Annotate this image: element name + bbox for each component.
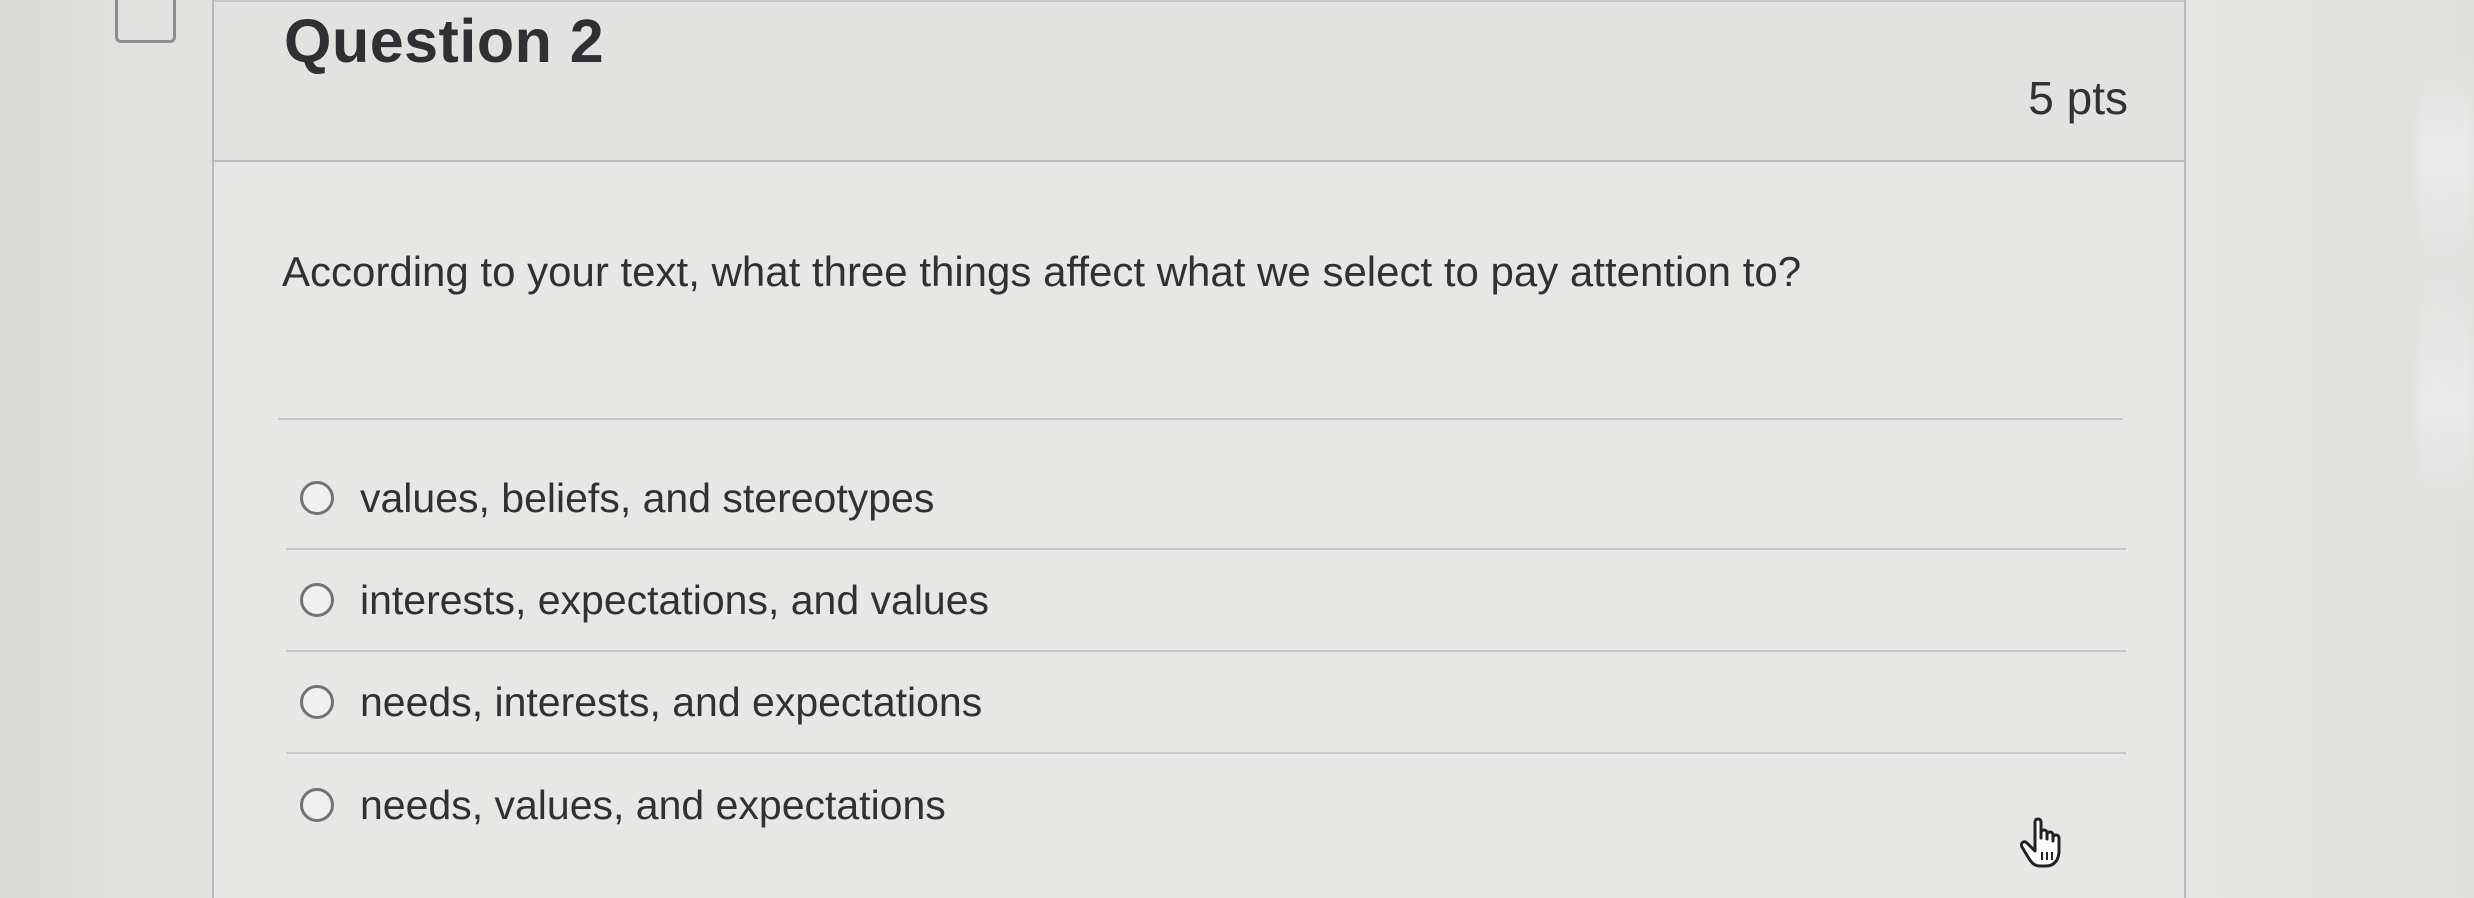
answer-option-label[interactable]: values, beliefs, and stereotypes (360, 477, 934, 519)
radio-button-icon[interactable] (300, 685, 334, 719)
answer-option-label[interactable]: needs, values, and expectations (360, 784, 946, 826)
answers-top-divider (278, 418, 2123, 420)
answer-option-1[interactable]: values, beliefs, and stereotypes (286, 448, 2126, 550)
answer-option-label[interactable]: needs, interests, and expectations (360, 681, 982, 723)
answer-option-label[interactable]: interests, expectations, and values (360, 579, 989, 621)
radio-button-icon[interactable] (300, 788, 334, 822)
question-card: Question 2 5 pts According to your text,… (212, 0, 2186, 898)
screen-glare (2418, 60, 2474, 520)
question-title: Question 2 (284, 7, 605, 75)
answer-option-2[interactable]: interests, expectations, and values (286, 550, 2126, 652)
question-prompt: According to your text, what three thing… (282, 248, 1802, 295)
radio-button-icon[interactable] (300, 481, 334, 515)
answer-option-4[interactable]: needs, values, and expectations (286, 754, 2126, 856)
answer-options-list: values, beliefs, and stereotypes interes… (286, 448, 2126, 856)
bookmark-frame-icon (115, 0, 176, 43)
question-points: 5 pts (2028, 72, 2128, 124)
radio-button-icon[interactable] (300, 583, 334, 617)
answer-option-3[interactable]: needs, interests, and expectations (286, 652, 2126, 754)
question-header: Question 2 5 pts (214, 0, 2184, 162)
hand-pointer-icon (2017, 812, 2065, 870)
